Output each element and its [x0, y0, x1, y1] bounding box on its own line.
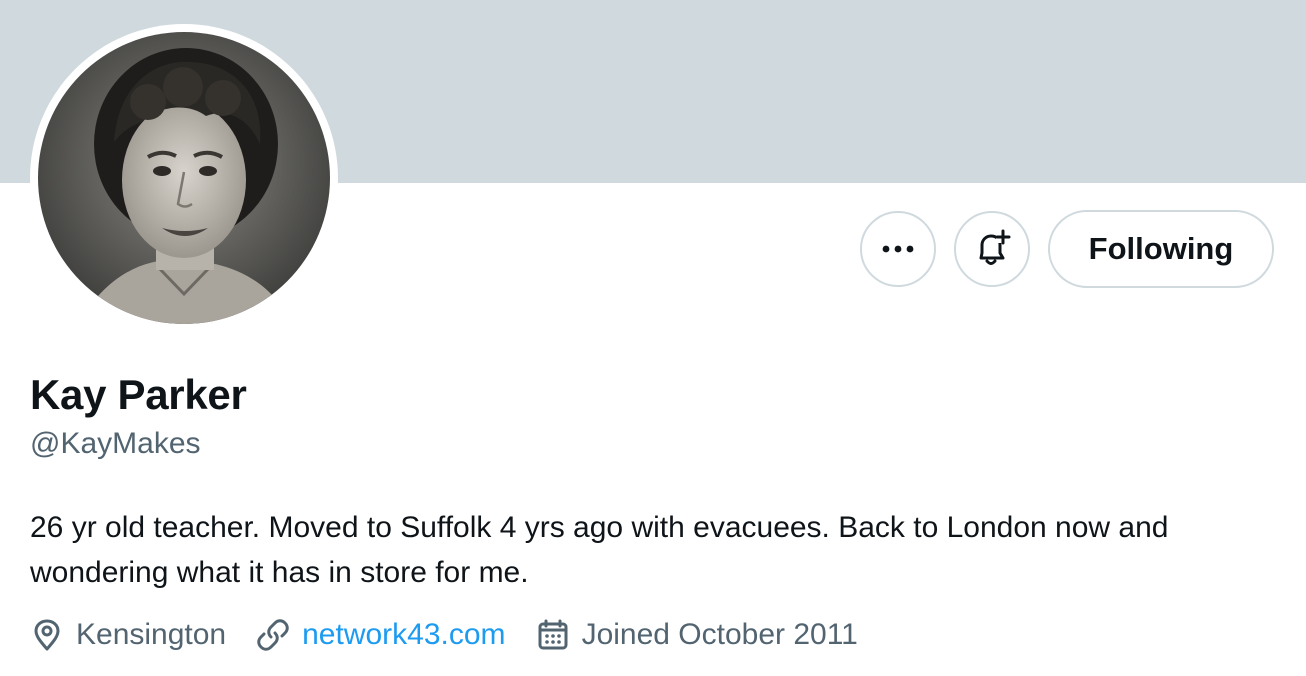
calendar-icon [538, 619, 568, 650]
more-icon [882, 245, 914, 253]
location-pin-icon [34, 619, 60, 651]
bell-plus-icon [979, 229, 1011, 265]
notify-button[interactable] [954, 211, 1030, 287]
profile-actions: Following [860, 210, 1274, 288]
following-button[interactable]: Following [1048, 210, 1274, 288]
avatar[interactable] [30, 24, 338, 332]
website-link[interactable]: network43.com [302, 618, 505, 652]
profile-bio: 26 yr old teacher. Moved to Suffolk 4 yr… [30, 511, 1169, 589]
user-handle: @KayMakes [30, 427, 201, 460]
link-icon [257, 619, 289, 651]
display-name: Kay Parker [30, 371, 247, 418]
location-text: Kensington [76, 618, 227, 651]
more-button[interactable] [860, 211, 936, 287]
joined-item: Joined October 2011 [536, 618, 858, 652]
website-item: network43.com [256, 618, 506, 652]
avatar-photo [38, 32, 330, 324]
profile-page: Following Kay Parker @KayMakes 26 yr old… [0, 0, 1306, 676]
joined-text: Joined October 2011 [581, 618, 858, 651]
profile-meta: Kensington network43.com Joined October … [30, 618, 888, 652]
location-item: Kensington [30, 618, 226, 652]
